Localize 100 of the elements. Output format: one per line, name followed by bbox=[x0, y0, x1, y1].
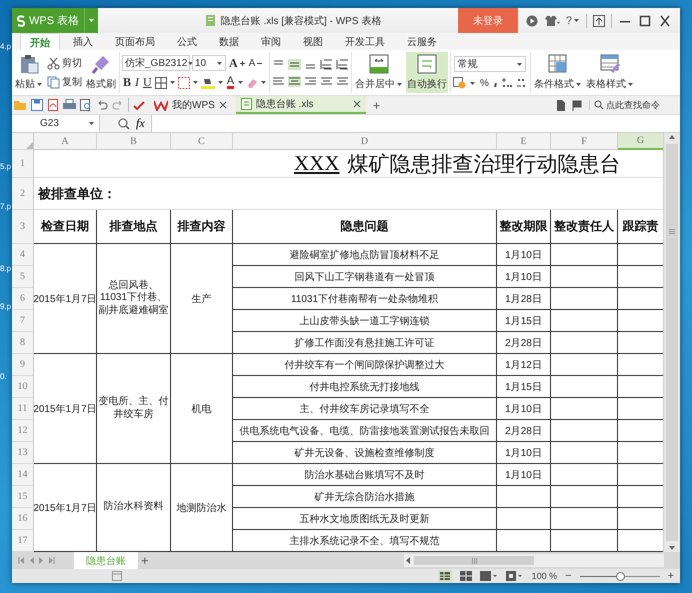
customize-toolbar-icon[interactable] bbox=[133, 99, 145, 111]
cut-button[interactable]: 剪切 bbox=[46, 56, 83, 70]
close-icon[interactable] bbox=[352, 100, 361, 108]
normal-view-icon[interactable] bbox=[438, 570, 452, 582]
row-header[interactable]: 9 bbox=[12, 354, 34, 376]
distribute-icon[interactable] bbox=[336, 76, 350, 86]
fill-pattern-icon[interactable] bbox=[178, 76, 190, 88]
align-right-icon[interactable] bbox=[304, 76, 318, 86]
column-header[interactable]: B bbox=[97, 133, 171, 150]
caret-icon[interactable] bbox=[168, 80, 176, 85]
increase-indent-icon[interactable] bbox=[336, 58, 350, 70]
eye-protection-icon[interactable] bbox=[506, 571, 524, 581]
ribbon-tab[interactable]: 数据 bbox=[210, 33, 248, 50]
fill-color-icon[interactable] bbox=[200, 76, 215, 88]
ribbon-tab[interactable]: 开始 bbox=[20, 33, 60, 50]
desktop-icon-label[interactable]: 9.p bbox=[0, 302, 12, 311]
column-header[interactable]: G bbox=[618, 133, 664, 150]
caret-icon[interactable] bbox=[260, 80, 268, 85]
caret-icon[interactable] bbox=[396, 82, 404, 86]
column-header[interactable]: E bbox=[497, 133, 551, 150]
undo-icon[interactable] bbox=[96, 99, 108, 111]
row-header[interactable]: 13 bbox=[12, 442, 34, 464]
desktop-icon-label[interactable]: 0. bbox=[0, 372, 12, 381]
font-dropdown[interactable]: 仿宋_GB2312 bbox=[122, 55, 190, 71]
grow-font-button[interactable]: A bbox=[228, 56, 246, 70]
new-tab-button[interactable]: + bbox=[370, 98, 384, 112]
ribbon-tab[interactable]: 插入 bbox=[64, 33, 102, 50]
caret-icon[interactable] bbox=[88, 18, 96, 23]
formula-input[interactable] bbox=[150, 115, 680, 132]
help-button[interactable]: ? bbox=[566, 14, 580, 26]
desktop-icon-label[interactable]: 5.p bbox=[0, 162, 12, 171]
align-center-icon[interactable] bbox=[288, 76, 302, 86]
paste-button[interactable]: 粘贴 bbox=[14, 52, 44, 93]
bold-button[interactable]: B bbox=[122, 75, 132, 90]
app-dropdown-button[interactable] bbox=[84, 8, 98, 33]
row-header[interactable]: 11 bbox=[12, 398, 34, 420]
login-button[interactable]: 未登录 bbox=[458, 8, 518, 33]
wrap-text-button[interactable]: 自动换行 bbox=[406, 52, 448, 93]
decrease-decimal-icon[interactable] bbox=[516, 77, 528, 89]
ribbon-tab[interactable]: 开发工具 bbox=[336, 33, 394, 50]
caret-icon[interactable] bbox=[216, 80, 224, 85]
desktop-icon-label[interactable]: 4.p bbox=[0, 42, 12, 51]
insert-function-button[interactable]: fx bbox=[130, 116, 151, 131]
caret-icon[interactable] bbox=[88, 121, 95, 126]
row-header[interactable]: 6 bbox=[12, 288, 34, 310]
caret-icon[interactable] bbox=[574, 82, 582, 86]
column-header[interactable]: C bbox=[171, 133, 233, 150]
table-style-button[interactable]: 表格样式 bbox=[584, 52, 635, 93]
row-header[interactable]: 7 bbox=[12, 310, 34, 332]
ribbon-tab[interactable]: 视图 bbox=[294, 33, 332, 50]
zoom-slider-thumb[interactable] bbox=[616, 572, 625, 580]
play-circle-icon[interactable] bbox=[526, 14, 538, 26]
sheet-tab[interactable]: 隐患台账 bbox=[74, 552, 138, 569]
underline-button[interactable]: U bbox=[142, 75, 153, 90]
horizontal-scrollbar[interactable] bbox=[404, 554, 664, 567]
command-search-field[interactable]: 点此查找命令 bbox=[589, 100, 676, 110]
zoom-out-button[interactable]: − bbox=[565, 570, 572, 582]
row-header[interactable]: 4 bbox=[12, 244, 34, 266]
row-header[interactable]: 16 bbox=[12, 508, 34, 530]
ribbon-tab[interactable]: 审阅 bbox=[252, 33, 290, 50]
caret-icon[interactable] bbox=[573, 18, 580, 23]
row-header[interactable]: 17 bbox=[12, 530, 34, 552]
row-header[interactable]: 3 bbox=[12, 210, 34, 244]
zoom-in-button[interactable]: + bbox=[668, 570, 674, 582]
borders-icon[interactable] bbox=[154, 76, 167, 88]
format-painter-button[interactable]: 格式刷 bbox=[85, 52, 117, 93]
desktop-icon-label[interactable]: 7.p bbox=[0, 202, 12, 211]
document-tab[interactable]: 隐患台账 .xls bbox=[236, 96, 366, 114]
flag-icon[interactable] bbox=[572, 100, 583, 110]
print-preview-icon[interactable] bbox=[80, 99, 92, 111]
row-header[interactable]: 2 bbox=[12, 178, 34, 210]
conditional-format-button[interactable]: 条件格式 bbox=[532, 52, 583, 93]
caret-icon[interactable] bbox=[237, 80, 244, 85]
caret-icon[interactable] bbox=[36, 82, 43, 86]
close-icon[interactable] bbox=[658, 14, 672, 26]
increase-decimal-icon[interactable] bbox=[500, 77, 513, 89]
add-sheet-button[interactable]: + bbox=[138, 553, 152, 568]
caret-icon[interactable] bbox=[469, 80, 476, 86]
maximize-icon[interactable] bbox=[638, 14, 652, 26]
column-header[interactable]: D bbox=[233, 133, 497, 150]
page-break-view-icon[interactable] bbox=[460, 571, 472, 581]
caret-icon[interactable] bbox=[626, 82, 634, 86]
name-box[interactable]: G23 bbox=[12, 115, 100, 132]
percent-button[interactable]: % bbox=[479, 78, 490, 88]
shrink-font-button[interactable]: A bbox=[248, 58, 264, 68]
copy-button[interactable]: 复制 bbox=[46, 75, 83, 89]
column-header[interactable]: F bbox=[551, 133, 618, 150]
save-icon[interactable] bbox=[31, 99, 43, 111]
caret-icon[interactable] bbox=[192, 80, 199, 85]
reading-mode-icon[interactable] bbox=[480, 571, 498, 581]
document-icon[interactable] bbox=[556, 100, 566, 110]
font-color-button[interactable]: A bbox=[226, 76, 236, 89]
ribbon-tab[interactable]: 公式 bbox=[168, 33, 206, 50]
column-header[interactable]: A bbox=[34, 133, 97, 150]
print-icon[interactable] bbox=[63, 99, 76, 111]
zoom-icon[interactable] bbox=[118, 118, 130, 130]
row-header[interactable]: 5 bbox=[12, 266, 34, 288]
row-header[interactable]: 10 bbox=[12, 376, 34, 398]
row-header[interactable]: 8 bbox=[12, 332, 34, 354]
merge-center-button[interactable]: 合并居中 bbox=[354, 52, 404, 93]
